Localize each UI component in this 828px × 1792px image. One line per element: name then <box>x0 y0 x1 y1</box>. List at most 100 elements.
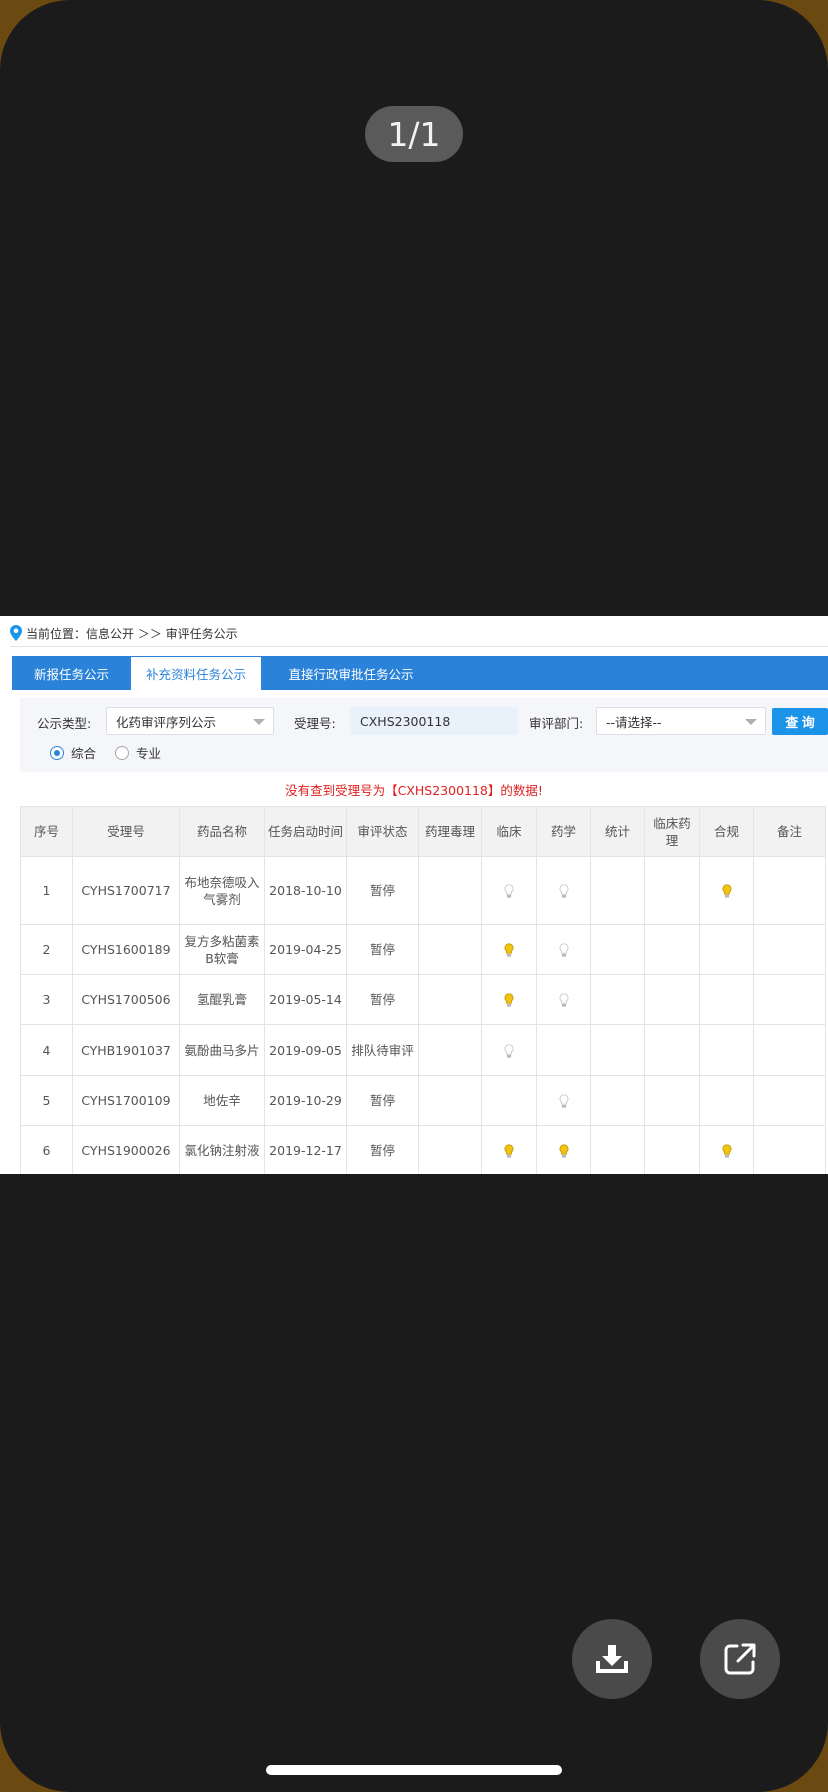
radio-unchecked-icon <box>115 745 129 760</box>
cell-pharm-tox <box>418 1125 482 1174</box>
cell-start: 2019-04-25 <box>264 924 347 975</box>
query-button[interactable]: 查 询 <box>772 708 828 735</box>
cell-pharm-tox <box>418 856 482 925</box>
cell-pharm-tox <box>418 1075 482 1126</box>
cell-clinical <box>481 1024 537 1076</box>
col-header: 合规 <box>699 806 754 857</box>
cell-status: 暂停 <box>346 856 419 925</box>
col-header: 任务启动时间 <box>264 806 347 857</box>
type-label: 公示类型: <box>37 716 92 731</box>
cell-compliance <box>699 856 754 925</box>
dept-select[interactable]: --请选择-- <box>596 707 766 735</box>
cell-clin-pharm <box>644 1125 700 1174</box>
table-row[interactable]: 2 CYHS1600189 复方多粘菌素B软膏 2019-04-25 暂停 <box>20 924 826 975</box>
col-header: 审评状态 <box>346 806 419 857</box>
table-row[interactable]: 6 CYHS1900026 氯化钠注射液 2019-12-17 暂停 <box>20 1125 826 1174</box>
cell-pharmacy <box>536 1125 591 1174</box>
type-select[interactable]: 化药审评序列公示 <box>106 707 274 735</box>
cell-remark <box>753 974 826 1025</box>
cell-stats <box>590 1024 645 1076</box>
cell-name: 布地奈德吸入气雾剂 <box>179 856 265 925</box>
cell-remark <box>753 1125 826 1174</box>
cell-clinical <box>481 1125 537 1174</box>
col-header: 备注 <box>753 806 826 857</box>
chevron-down-icon <box>745 719 757 725</box>
cell-status: 暂停 <box>346 1125 419 1174</box>
lightbulb-icon <box>504 884 514 898</box>
dept-select-value: --请选择-- <box>606 714 662 730</box>
cell-id: CYHB1901037 <box>72 1024 180 1076</box>
lightbulb-icon <box>504 993 514 1007</box>
cell-id: CYHS1700717 <box>72 856 180 925</box>
image-viewer: 1/1 当前位置：信息公开 ＞＞ 审评任务公示 新报任务公示 补充资料任务公示 … <box>0 0 828 1792</box>
cell-start: 2019-12-17 <box>264 1125 347 1174</box>
cell-pharmacy <box>536 924 591 975</box>
radio-specialty[interactable]: 专业 <box>115 743 161 762</box>
lightbulb-icon <box>559 993 568 1007</box>
cell-clinical <box>481 974 537 1025</box>
cell-id: CYHS1900026 <box>72 1125 180 1174</box>
cell-name: 地佐辛 <box>179 1075 265 1126</box>
cell-clinical <box>481 924 537 975</box>
cell-clinical <box>481 1075 537 1126</box>
lightbulb-icon <box>722 1143 731 1158</box>
breadcrumb: 当前位置：信息公开 ＞＞ 审评任务公示 <box>10 622 238 644</box>
cell-stats <box>590 974 645 1025</box>
table-row[interactable]: 4 CYHB1901037 氨酚曲马多片 2019-09-05 排队待审评 <box>20 1024 826 1076</box>
cell-compliance <box>699 974 754 1025</box>
cell-clin-pharm <box>644 1024 700 1076</box>
cell-no: 4 <box>20 1024 73 1076</box>
cell-name: 复方多粘菌素B软膏 <box>179 924 265 975</box>
col-header: 药学 <box>536 806 591 857</box>
cell-stats <box>590 924 645 975</box>
lightbulb-icon <box>722 884 731 898</box>
filter-panel: 公示类型: 化药审评序列公示 受理号: CXHS2300118 审评部门: --… <box>20 698 828 772</box>
tab-supplement[interactable]: 补充资料任务公示 <box>131 657 261 690</box>
receipt-input[interactable]: CXHS2300118 <box>350 707 518 735</box>
col-header: 序号 <box>20 806 73 857</box>
cell-pharm-tox <box>418 974 482 1025</box>
col-header: 药理毒理 <box>418 806 482 857</box>
screenshot-image: 当前位置：信息公开 ＞＞ 审评任务公示 新报任务公示 补充资料任务公示 直接行政… <box>0 616 828 1174</box>
tab-direct-approval[interactable]: 直接行政审批任务公示 <box>261 656 441 690</box>
radio-specialty-label: 专业 <box>136 746 162 761</box>
download-button[interactable] <box>572 1619 652 1699</box>
cell-status: 暂停 <box>346 1075 419 1126</box>
receipt-input-value: CXHS2300118 <box>360 713 451 729</box>
radio-general[interactable]: 综合 <box>50 743 96 762</box>
table-row[interactable]: 3 CYHS1700506 氢醌乳膏 2019-05-14 暂停 <box>20 974 826 1025</box>
cell-pharm-tox <box>418 1024 482 1076</box>
table-body: 1 CYHS1700717 布地奈德吸入气雾剂 2018-10-10 暂停 2 CYHS16… <box>20 856 826 1174</box>
col-header: 统计 <box>590 806 645 857</box>
cell-clinical <box>481 856 537 925</box>
cell-status: 暂停 <box>346 924 419 975</box>
tab-bar: 新报任务公示 补充资料任务公示 直接行政审批任务公示 <box>12 656 828 690</box>
cell-pharmacy <box>536 856 591 925</box>
lightbulb-icon <box>504 1143 514 1158</box>
home-indicator[interactable] <box>266 1765 562 1775</box>
share-button[interactable] <box>700 1619 780 1699</box>
cell-no: 3 <box>20 974 73 1025</box>
cell-id: CYHS1700109 <box>72 1075 180 1126</box>
cell-name: 氨酚曲马多片 <box>179 1024 265 1076</box>
table-row[interactable]: 5 CYHS1700109 地佐辛 2019-10-29 暂停 <box>20 1075 826 1126</box>
table-row[interactable]: 1 CYHS1700717 布地奈德吸入气雾剂 2018-10-10 暂停 <box>20 856 826 925</box>
cell-clin-pharm <box>644 856 700 925</box>
tab-new-report[interactable]: 新报任务公示 <box>12 656 131 690</box>
location-pin-icon <box>10 625 22 641</box>
cell-no: 2 <box>20 924 73 975</box>
radio-checked-icon <box>50 745 64 760</box>
cell-start: 2018-10-10 <box>264 856 347 925</box>
cell-remark <box>753 1024 826 1076</box>
chevron-down-icon <box>253 719 265 725</box>
cell-start: 2019-09-05 <box>264 1024 347 1076</box>
cell-stats <box>590 1075 645 1126</box>
lightbulb-icon <box>559 1143 568 1158</box>
cell-pharmacy <box>536 974 591 1025</box>
cell-stats <box>590 1125 645 1174</box>
cell-clin-pharm <box>644 924 700 975</box>
cell-no: 6 <box>20 1125 73 1174</box>
cell-clin-pharm <box>644 1075 700 1126</box>
cell-compliance <box>699 1075 754 1126</box>
cell-stats <box>590 856 645 925</box>
